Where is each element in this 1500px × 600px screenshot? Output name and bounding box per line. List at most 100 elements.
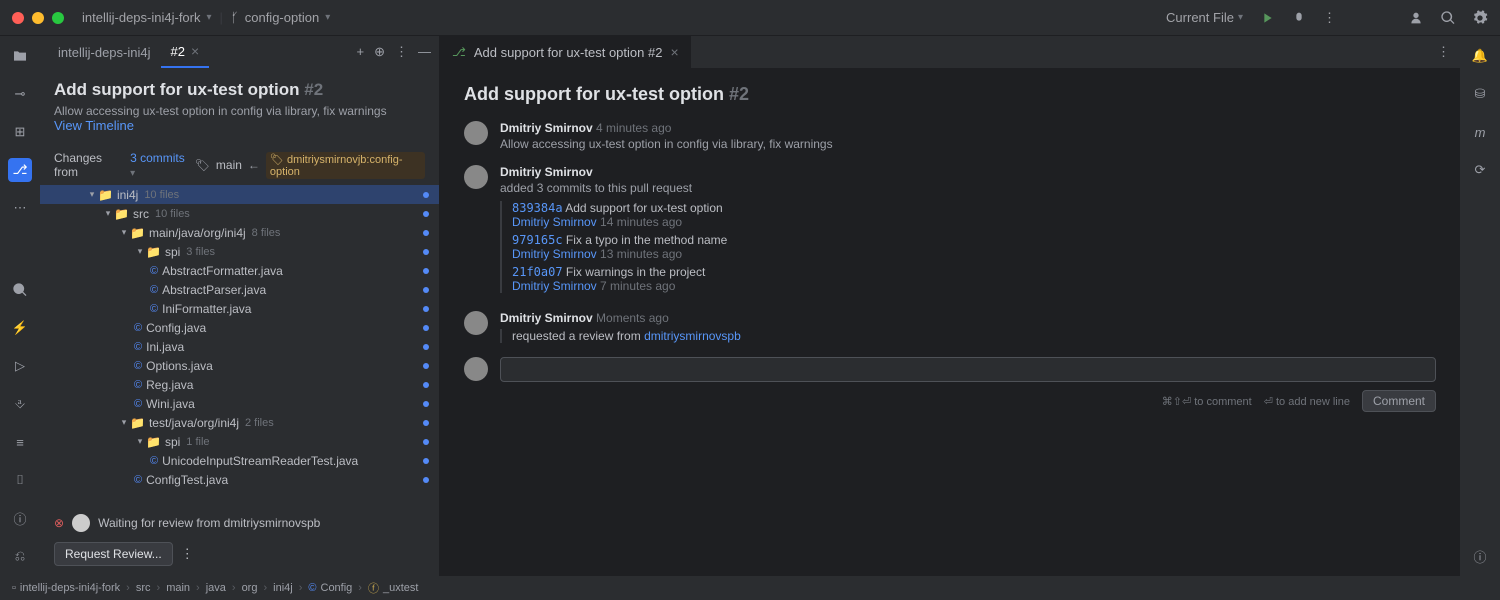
editor-tab-more-button[interactable]: ⋮	[1437, 44, 1460, 60]
vcs-tool-button[interactable]: ⎌	[8, 544, 32, 568]
commit-author[interactable]: Dmitriy Smirnov	[512, 215, 597, 229]
debug-button[interactable]	[1291, 10, 1307, 26]
run-config-dropdown[interactable]: Current File ▾	[1166, 10, 1243, 25]
breadcrumb-item[interactable]: Config	[321, 582, 353, 594]
keyboard-hint: ⏎ to add new line	[1264, 395, 1350, 408]
tree-file[interactable]: ©Config.java	[40, 318, 439, 337]
more-icon[interactable]: ⋮	[181, 546, 194, 562]
tree-file[interactable]: ©ConfigTest.java	[40, 470, 439, 489]
tree-folder[interactable]: ▾📁spi3 files	[40, 242, 439, 261]
breadcrumb-item[interactable]: java	[206, 582, 226, 594]
tree-folder[interactable]: ▾📁ini4j10 files	[40, 185, 439, 204]
settings-button[interactable]	[1472, 10, 1488, 26]
commit-hash[interactable]: 979165c	[512, 233, 563, 247]
gear-icon	[1472, 10, 1488, 26]
breadcrumb-item[interactable]: _uxtest	[383, 582, 418, 594]
more-icon[interactable]: ⋮	[395, 44, 408, 60]
pr-tab-repo[interactable]: intellij-deps-ini4j	[48, 36, 161, 68]
timeline-event: Dmitriy Smirnov 4 minutes ago Allow acce…	[464, 121, 1436, 151]
commit-msg: Add support for ux-test option	[565, 201, 722, 215]
comment-input[interactable]	[500, 357, 1436, 382]
close-icon[interactable]: ×	[670, 44, 678, 60]
commit-tool-button[interactable]: ⊸	[8, 82, 32, 106]
timeline-event-review-request: Dmitriy Smirnov Moments ago requested a …	[464, 311, 1436, 343]
left-tool-rail: ⊸ ⊞ ⎇ ⋯ ⚡ ▷ ⎀ ≡ ⌷ ⓘ ⎌	[0, 36, 40, 576]
coverage-button[interactable]: ⟳	[1468, 158, 1492, 182]
add-icon[interactable]: +	[357, 44, 365, 60]
tree-file[interactable]: ©Wini.java	[40, 394, 439, 413]
tree-file[interactable]: ©Options.java	[40, 356, 439, 375]
close-window-icon[interactable]	[12, 12, 24, 24]
tree-folder[interactable]: ▾📁src10 files	[40, 204, 439, 223]
find-tool-button[interactable]	[8, 278, 32, 302]
pr-title: Add support for ux-test option #2	[54, 80, 425, 100]
run-config-label: Current File	[1166, 10, 1234, 25]
run-button[interactable]	[1259, 10, 1275, 26]
close-icon[interactable]: ×	[191, 43, 199, 59]
tree-folder[interactable]: ▾📁main/java/org/ini4j8 files	[40, 223, 439, 242]
terminal-tool-button[interactable]: ⌷	[8, 468, 32, 492]
more-tool-button[interactable]: ⋯	[8, 196, 32, 220]
tree-file[interactable]: ©AbstractFormatter.java	[40, 261, 439, 280]
pr-header: Add support for ux-test option #2 Allow …	[40, 68, 439, 145]
tree-folder[interactable]: ▾📁spi1 file	[40, 432, 439, 451]
avatar	[72, 514, 90, 532]
tree-file[interactable]: ©Reg.java	[40, 375, 439, 394]
comment-composer	[464, 357, 1436, 382]
timestamp: 7 minutes ago	[600, 279, 675, 293]
tree-file[interactable]: ©IniFormatter.java	[40, 299, 439, 318]
commit-hash[interactable]: 839384a	[512, 201, 563, 215]
notifications-button[interactable]: 🔔	[1468, 44, 1492, 68]
pr-tab-number[interactable]: #2 ×	[161, 36, 210, 68]
more-button[interactable]: ⋮	[1323, 10, 1336, 26]
tag-icon: 🏷	[195, 158, 210, 172]
breadcrumb-item[interactable]: org	[242, 582, 258, 594]
breadcrumb-item[interactable]: src	[136, 582, 151, 594]
search-icon	[12, 282, 28, 298]
tree-file[interactable]: ©Ini.java	[40, 337, 439, 356]
vcs-branch-dropdown[interactable]: ᚶ config-option ▾	[231, 10, 330, 25]
maximize-window-icon[interactable]	[52, 12, 64, 24]
database-button[interactable]: ⛁	[1468, 82, 1492, 106]
run-tool-button[interactable]: ▷	[8, 354, 32, 378]
commit-list: 839384a Add support for ux-test optionDm…	[500, 201, 1436, 293]
bookmarks-tool-button[interactable]: ≡	[8, 430, 32, 454]
tree-folder[interactable]: ▾📁test/java/org/ini4j2 files	[40, 413, 439, 432]
pr-number: #2	[304, 80, 323, 99]
build-tool-button[interactable]: ⎀	[8, 392, 32, 416]
comment-button[interactable]: Comment	[1362, 390, 1436, 412]
minimize-window-icon[interactable]	[32, 12, 44, 24]
search-button[interactable]	[1440, 10, 1456, 26]
keyboard-hint: ⌘⇧⏎ to comment	[1162, 395, 1252, 408]
breadcrumb-item[interactable]: ini4j	[273, 582, 293, 594]
breadcrumb-item[interactable]: intellij-deps-ini4j-fork	[20, 582, 120, 594]
services-tool-button[interactable]: ⚡	[8, 316, 32, 340]
tree-file[interactable]: ©UnicodeInputStreamReaderTest.java	[40, 451, 439, 470]
minimize-icon[interactable]: —	[418, 44, 431, 60]
commit-author[interactable]: Dmitriy Smirnov	[512, 279, 597, 293]
branch-name: config-option	[245, 10, 319, 25]
project-tool-button[interactable]	[8, 44, 32, 68]
tree-file[interactable]: ©AbstractParser.java	[40, 280, 439, 299]
view-timeline-link[interactable]: View Timeline	[54, 118, 425, 133]
commit-author[interactable]: Dmitriy Smirnov	[512, 247, 597, 261]
info-button[interactable]: ⓘ	[1468, 544, 1492, 568]
code-with-me-button[interactable]	[1408, 10, 1424, 26]
commit-hash[interactable]: 21f0a07	[512, 265, 563, 279]
request-review-button[interactable]: Request Review...	[54, 542, 173, 566]
breadcrumb-item[interactable]: main	[166, 582, 190, 594]
problems-tool-button[interactable]: ⓘ	[8, 506, 32, 530]
project-dropdown[interactable]: intellij-deps-ini4j-fork ▾	[82, 10, 212, 25]
reviewer-link[interactable]: dmitriysmirnovspb	[644, 329, 741, 343]
maven-button[interactable]: m	[1468, 120, 1492, 144]
pull-requests-tool-button[interactable]: ⎇	[8, 158, 32, 182]
tab-label: intellij-deps-ini4j	[58, 45, 151, 60]
review-status-text: Waiting for review from dmitriysmirnovsp…	[98, 516, 320, 530]
editor-tab-pr[interactable]: ⎇ Add support for ux-test option #2 ×	[440, 36, 692, 68]
expand-icon[interactable]: ⊕	[374, 44, 385, 60]
search-icon	[1440, 10, 1456, 26]
commits-dropdown[interactable]: 3 commits ▾	[130, 151, 189, 179]
avatar	[464, 121, 488, 145]
bug-icon	[1291, 10, 1307, 26]
structure-tool-button[interactable]: ⊞	[8, 120, 32, 144]
